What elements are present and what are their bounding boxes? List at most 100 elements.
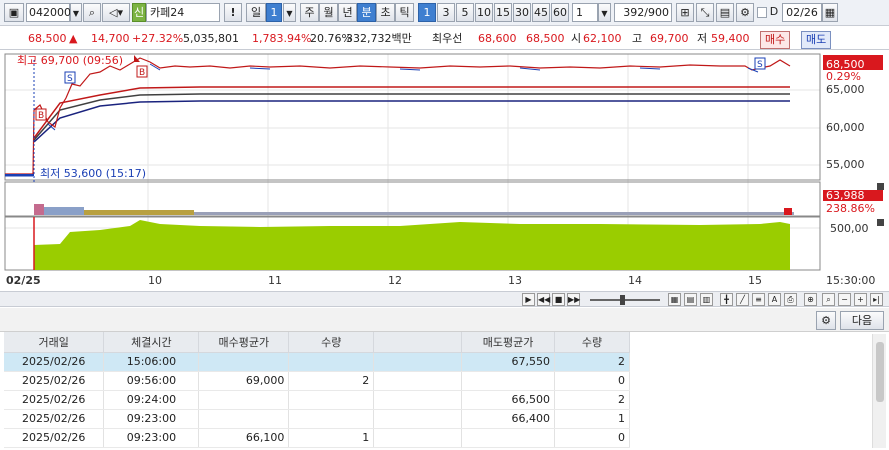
best-bid: 68,500 xyxy=(526,32,565,45)
sell-button[interactable]: 매도 xyxy=(801,31,832,49)
cell-time: 09:23:00 xyxy=(103,428,200,448)
price-line-down xyxy=(5,63,759,177)
layout-icon[interactable]: ▦ xyxy=(668,293,681,306)
interval-button-30[interactable]: 30 xyxy=(513,3,531,22)
alert-button[interactable]: ! xyxy=(224,3,242,22)
buy-button[interactable]: 매수 xyxy=(760,31,791,49)
interval-button-5[interactable]: 5 xyxy=(456,3,474,22)
stock-code-input[interactable]: 042000 xyxy=(26,3,71,22)
interval-button-1[interactable]: 1 xyxy=(418,3,436,22)
interval-button-3[interactable]: 3 xyxy=(437,3,455,22)
col-exec-time[interactable]: 체결시간 xyxy=(103,332,200,353)
next-button[interactable]: 다음 xyxy=(840,311,884,330)
cell-sell-qty: 0 xyxy=(554,428,630,448)
plus-icon[interactable]: + xyxy=(854,293,867,306)
text-tool-icon[interactable]: A xyxy=(768,293,781,306)
stock-name[interactable]: 카페24 xyxy=(146,3,220,22)
crosshair-icon[interactable]: ╋ xyxy=(720,293,733,306)
period-tick-tab[interactable]: 틱 xyxy=(395,3,414,22)
cell-time: 09:56:00 xyxy=(103,371,200,391)
col-blank[interactable] xyxy=(373,332,463,353)
grid-icon[interactable]: ▥ xyxy=(700,293,713,306)
code-dropdown[interactable]: ▼ xyxy=(70,3,82,22)
day-value-dropdown[interactable]: ▼ xyxy=(283,3,296,22)
volume-axis-label: 500,00 xyxy=(830,222,869,235)
scroll-end-icon[interactable]: ▸| xyxy=(870,293,883,306)
cell-sell-avg: 66,400 xyxy=(461,409,556,429)
svg-text:B: B xyxy=(139,68,145,78)
period-minute-tab[interactable]: 분 xyxy=(357,3,376,22)
cell-blank xyxy=(373,409,463,429)
table-row[interactable]: 2025/02/26 09:56:00 69,000 2 0 xyxy=(4,371,630,391)
change-up-icon: ▲ xyxy=(69,32,78,45)
period-second-tab[interactable]: 초 xyxy=(376,3,395,22)
volume-ratio: 1,783.94% xyxy=(252,32,312,45)
lower-toolbar: ⚙ 다음 xyxy=(0,308,889,332)
window-icon[interactable]: ▣ xyxy=(4,3,24,22)
cell-buy-avg xyxy=(198,352,290,372)
cell-buy-avg: 66,100 xyxy=(198,428,290,448)
gear-icon[interactable]: ⚙ xyxy=(736,3,754,22)
period-month-tab[interactable]: 월 xyxy=(319,3,338,22)
minus-icon[interactable]: − xyxy=(838,293,851,306)
cell-sell-qty: 0 xyxy=(554,371,630,391)
date-checkbox[interactable] xyxy=(757,7,767,18)
period-year-tab[interactable]: 년 xyxy=(338,3,357,22)
rewind-icon[interactable]: ◀◀ xyxy=(537,293,550,306)
high-label: 고 xyxy=(632,32,643,45)
zoom-slider-handle[interactable] xyxy=(620,295,625,305)
interval-button-15[interactable]: 15 xyxy=(494,3,512,22)
table-row[interactable]: 2025/02/26 09:23:00 66,400 1 xyxy=(4,409,630,429)
price-axis-label: 60,000 xyxy=(826,121,865,134)
col-trade-date[interactable]: 거래일 xyxy=(4,332,105,353)
search-icon[interactable]: ⌕ xyxy=(83,3,101,22)
chart-scroll-bar[interactable]: ▶ ◀◀ ■ ▶▶ ▦ ▤ ▥ ╋ ╱ ≡ A ⎙ ⊕ ⌕ − + ▸| xyxy=(0,291,889,307)
table-row[interactable]: 2025/02/26 09:23:00 66,100 1 0 xyxy=(4,428,630,448)
table-row[interactable]: 2025/02/26 15:06:00 67,550 2 xyxy=(4,352,630,372)
speaker-icon[interactable]: ◁▾ xyxy=(102,3,130,22)
scroll-right-icon[interactable]: ▶ xyxy=(522,293,535,306)
stop-icon[interactable]: ■ xyxy=(552,293,565,306)
col-sell-avg[interactable]: 매도평균가 xyxy=(461,332,556,353)
cell-date: 2025/02/26 xyxy=(4,371,105,391)
day-value-input[interactable]: 1 xyxy=(266,3,282,22)
search-zoom-icon[interactable]: ⌕ xyxy=(822,293,835,306)
high-price: 69,700 xyxy=(650,32,689,45)
interval-dropdown[interactable]: ▼ xyxy=(598,3,611,22)
col-buy-avg[interactable]: 매수평균가 xyxy=(198,332,290,353)
current-price: 68,500 xyxy=(28,32,67,45)
price-axis-label: 55,000 xyxy=(826,158,865,171)
calendar-icon[interactable]: ▦ xyxy=(822,3,838,22)
zoom-fit-icon[interactable]: ⤡ xyxy=(696,3,714,22)
period-day-tab[interactable]: 일 xyxy=(246,3,266,22)
interval-button-60[interactable]: 60 xyxy=(551,3,569,22)
low-marker-label: 최저 53,600 (15:17) xyxy=(40,167,147,180)
fast-forward-icon[interactable]: ▶▶ xyxy=(567,293,580,306)
col-buy-qty[interactable]: 수량 xyxy=(288,332,375,353)
cell-buy-qty: 1 xyxy=(288,428,375,448)
zoom-slider-track[interactable] xyxy=(590,299,660,301)
layout-alt-icon[interactable]: ▤ xyxy=(684,293,697,306)
period-week-tab[interactable]: 주 xyxy=(300,3,319,22)
col-sell-qty[interactable]: 수량 xyxy=(554,332,630,353)
trendline-icon[interactable]: ╱ xyxy=(736,293,749,306)
zoom-in-icon[interactable]: ⊕ xyxy=(804,293,817,306)
chart-tool-icon[interactable]: ⊞ xyxy=(676,3,694,22)
volume-area xyxy=(34,220,790,270)
fib-icon[interactable]: ≡ xyxy=(752,293,765,306)
volume-panel-close-icon[interactable] xyxy=(877,219,884,226)
interval-button-10[interactable]: 10 xyxy=(475,3,493,22)
capture-icon[interactable]: ⎙ xyxy=(784,293,797,306)
date-input[interactable]: 02/26 xyxy=(782,3,822,22)
table-scroll-thumb[interactable] xyxy=(876,342,884,402)
bar-count-input[interactable]: 392/900 xyxy=(614,3,672,22)
gear-icon[interactable]: ⚙ xyxy=(816,311,836,330)
table-row[interactable]: 2025/02/26 09:24:00 66,500 2 xyxy=(4,390,630,410)
interval-input[interactable]: 1 xyxy=(572,3,598,22)
save-icon[interactable]: ▤ xyxy=(716,3,734,22)
indicator-panel-close-icon[interactable] xyxy=(877,183,884,190)
interval-button-45[interactable]: 45 xyxy=(532,3,550,22)
trade-amount: 332,732백만 xyxy=(346,32,412,45)
table-scrollbar[interactable] xyxy=(872,334,886,448)
price-panel-border xyxy=(4,53,821,181)
